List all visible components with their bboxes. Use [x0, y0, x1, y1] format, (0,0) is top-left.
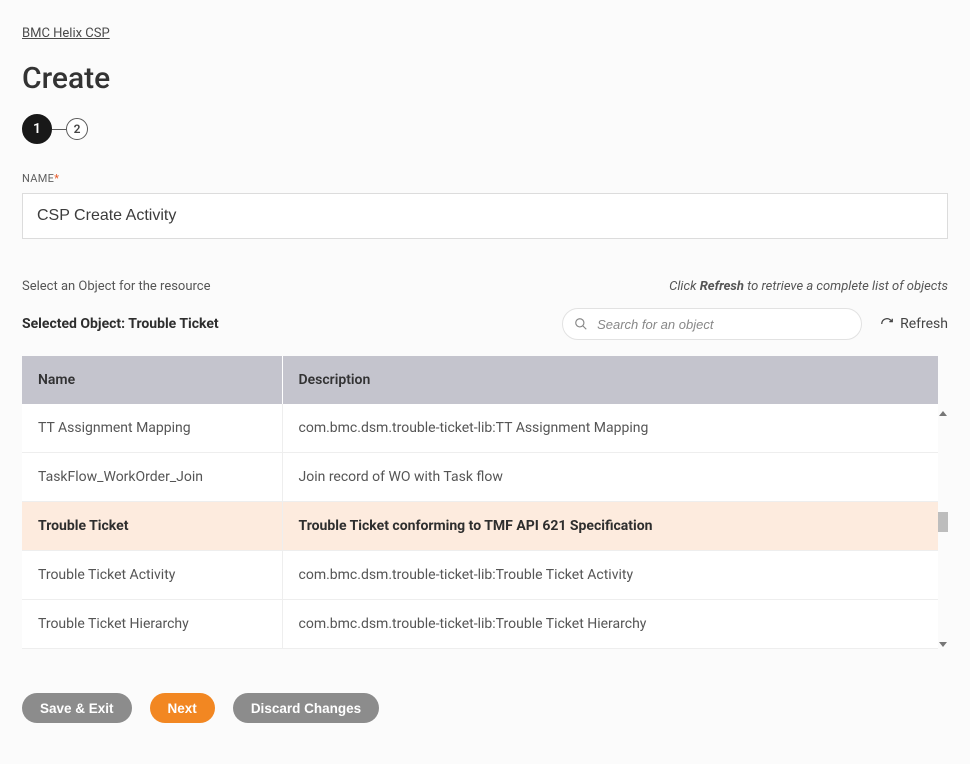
refresh-button[interactable]: Refresh	[880, 316, 948, 332]
cell-description: com.bmc.dsm.trouble-ticket-lib:Trouble T…	[282, 600, 938, 649]
search-input[interactable]	[562, 308, 862, 340]
search-icon	[574, 317, 588, 331]
name-input[interactable]	[22, 193, 948, 239]
cell-description: com.bmc.dsm.trouble-ticket-lib:Trouble T…	[282, 551, 938, 600]
scroll-down-icon[interactable]	[939, 642, 947, 647]
table-row[interactable]: Trouble TicketTrouble Ticket conforming …	[22, 502, 938, 551]
cell-name: Trouble Ticket	[22, 502, 282, 551]
refresh-label: Refresh	[900, 316, 948, 332]
stepper: 1 2	[22, 114, 948, 144]
table-row[interactable]: TT Assignment Mappingcom.bmc.dsm.trouble…	[22, 404, 938, 453]
cell-name: Trouble Ticket Activity	[22, 551, 282, 600]
select-object-helper: Select an Object for the resource	[22, 279, 211, 294]
refresh-icon	[880, 317, 894, 331]
save-exit-button[interactable]: Save & Exit	[22, 693, 132, 723]
cell-name: TT Assignment Mapping	[22, 404, 282, 453]
col-header-name[interactable]: Name	[22, 356, 282, 404]
breadcrumb[interactable]: BMC Helix CSP	[22, 26, 110, 41]
step-connector	[52, 129, 66, 130]
page-title: Create	[22, 61, 948, 96]
required-indicator: *	[54, 172, 59, 185]
step-2[interactable]: 2	[66, 118, 88, 140]
cell-description: Join record of WO with Task flow	[282, 453, 938, 502]
cell-description: com.bmc.dsm.trouble-ticket-lib:TT Assign…	[282, 404, 938, 453]
table-row[interactable]: TaskFlow_WorkOrder_JoinJoin record of WO…	[22, 453, 938, 502]
step-1[interactable]: 1	[22, 114, 52, 144]
scroll-thumb[interactable]	[938, 512, 948, 532]
name-field-label: NAME*	[22, 172, 948, 185]
selected-object-label: Selected Object: Trouble Ticket	[22, 316, 219, 332]
scrollbar[interactable]	[938, 409, 948, 649]
object-table: Name Description TT Assignment Mappingco…	[22, 356, 948, 649]
refresh-hint: Click Refresh to retrieve a complete lis…	[669, 279, 948, 294]
cell-description: Trouble Ticket conforming to TMF API 621…	[282, 502, 938, 551]
cell-name: TaskFlow_WorkOrder_Join	[22, 453, 282, 502]
table-row[interactable]: Trouble Ticket Activitycom.bmc.dsm.troub…	[22, 551, 938, 600]
scroll-up-icon[interactable]	[939, 411, 947, 416]
col-header-description[interactable]: Description	[282, 356, 938, 404]
cell-name: Trouble Ticket Hierarchy	[22, 600, 282, 649]
discard-button[interactable]: Discard Changes	[233, 693, 379, 723]
table-row[interactable]: Trouble Ticket Hierarchycom.bmc.dsm.trou…	[22, 600, 938, 649]
next-button[interactable]: Next	[150, 693, 215, 723]
